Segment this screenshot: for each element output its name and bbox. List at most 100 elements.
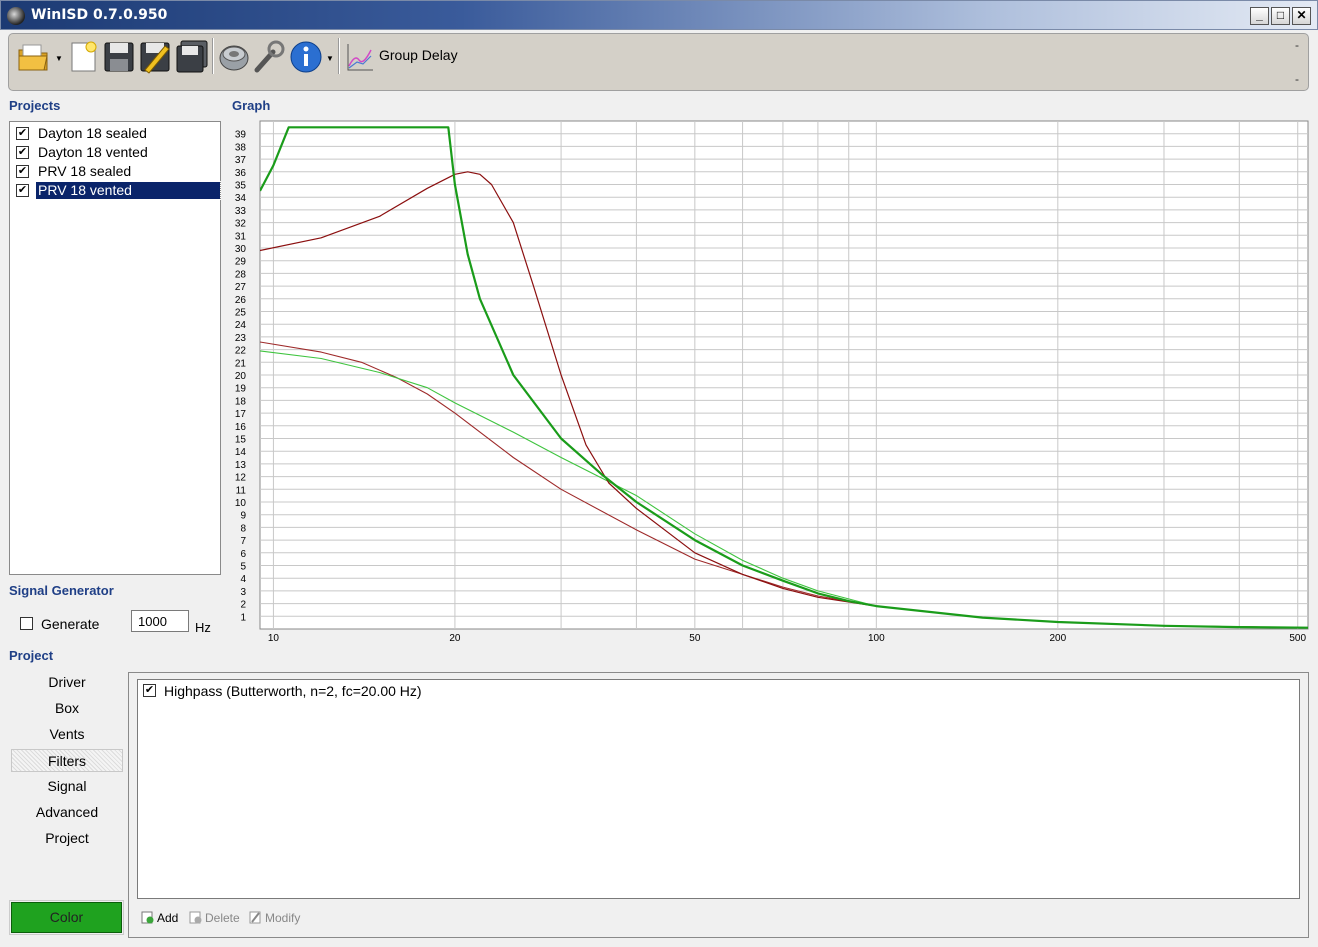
save-icon[interactable] [103, 40, 135, 74]
y-tick-label: 27 [235, 282, 247, 293]
project-label: PRV 18 sealed [38, 163, 132, 179]
delete-icon [189, 911, 202, 924]
color-button[interactable]: Color [9, 900, 124, 935]
window-title: WinISD 0.7.0.950 [31, 7, 168, 23]
add-filter-button[interactable]: Add [141, 911, 178, 925]
project-checkbox[interactable]: ✔ [16, 127, 29, 140]
project-label: Dayton 18 sealed [38, 125, 147, 141]
modify-filter-button[interactable]: Modify [249, 911, 300, 925]
y-tick-label: 10 [235, 498, 247, 509]
project-checkbox[interactable]: ✔ [16, 146, 29, 159]
nav-signal[interactable]: Signal [11, 775, 123, 798]
projects-heading: Projects [9, 98, 61, 113]
project-item[interactable]: ✔ PRV 18 sealed [12, 163, 220, 180]
delete-filter-button[interactable]: Delete [189, 911, 240, 925]
modify-icon [249, 911, 261, 924]
y-tick-label: 18 [235, 396, 247, 407]
title-bar[interactable]: WinISD 0.7.0.950 _ □ ✕ [0, 0, 1318, 30]
save-all-icon[interactable] [175, 40, 209, 74]
toolbar-marker-bottom: - [1295, 72, 1299, 86]
info-dropdown-arrow-icon[interactable]: ▼ [326, 54, 334, 63]
y-tick-label: 35 [235, 181, 247, 192]
y-tick-label: 5 [240, 562, 246, 573]
nav-box[interactable]: Box [11, 697, 123, 720]
y-tick-label: 23 [235, 333, 247, 344]
x-tick-label: 10 [268, 633, 280, 644]
nav-filters[interactable]: Filters [11, 749, 123, 772]
toolbar-separator [212, 38, 214, 74]
generate-label: Generate [41, 616, 100, 632]
y-tick-label: 3 [240, 587, 246, 598]
graph-heading: Graph [232, 98, 271, 113]
x-tick-label: 500 [1289, 633, 1306, 644]
close-button[interactable]: ✕ [1292, 7, 1311, 25]
y-tick-label: 36 [235, 168, 247, 179]
y-tick-label: 32 [235, 219, 247, 230]
y-tick-label: 2 [240, 600, 246, 611]
delete-label: Delete [205, 911, 240, 925]
maximize-button[interactable]: □ [1271, 7, 1290, 25]
toolbar: ▼ ▼ Group Delay - - [8, 33, 1309, 91]
add-icon [141, 911, 154, 924]
y-tick-label: 21 [235, 358, 247, 369]
y-tick-label: 14 [235, 447, 247, 458]
generate-checkbox[interactable] [20, 617, 33, 630]
group-delay-chart[interactable]: 1234567891011121314151617181920212223242… [228, 118, 1312, 648]
x-tick-label: 200 [1049, 633, 1066, 644]
y-tick-label: 8 [240, 523, 246, 534]
graph-type-selector[interactable]: Group Delay [379, 47, 458, 63]
new-document-icon[interactable] [69, 40, 99, 74]
tools-wrench-icon[interactable] [253, 40, 285, 74]
y-tick-label: 24 [235, 320, 247, 331]
y-tick-label: 30 [235, 244, 247, 255]
project-label: PRV 18 vented [35, 181, 221, 200]
minimize-button[interactable]: _ [1250, 7, 1269, 25]
y-tick-label: 28 [235, 269, 247, 280]
y-tick-label: 25 [235, 308, 247, 319]
x-tick-label: 20 [449, 633, 461, 644]
graph-type-icon[interactable] [345, 40, 375, 74]
y-tick-label: 12 [235, 473, 247, 484]
project-checkbox[interactable]: ✔ [16, 184, 29, 197]
y-tick-label: 34 [235, 193, 247, 204]
open-dropdown-arrow-icon[interactable]: ▼ [55, 54, 63, 63]
y-tick-label: 38 [235, 142, 247, 153]
y-tick-label: 1 [240, 612, 246, 623]
modify-label: Modify [265, 911, 301, 925]
info-icon[interactable] [289, 40, 323, 74]
driver-speaker-icon[interactable] [217, 40, 251, 74]
x-tick-label: 50 [689, 633, 701, 644]
nav-vents[interactable]: Vents [11, 723, 123, 746]
filter-item[interactable]: Highpass (Butterworth, n=2, fc=20.00 Hz) [164, 683, 422, 699]
y-tick-label: 19 [235, 384, 247, 395]
y-tick-label: 4 [240, 574, 246, 585]
app-icon[interactable] [7, 7, 25, 25]
nav-driver[interactable]: Driver [11, 671, 123, 694]
y-tick-label: 39 [235, 130, 247, 141]
y-tick-label: 20 [235, 371, 247, 382]
y-tick-label: 17 [235, 409, 247, 420]
open-folder-icon[interactable] [17, 40, 51, 74]
y-tick-label: 29 [235, 257, 247, 268]
y-tick-label: 37 [235, 155, 247, 166]
project-item[interactable]: ✔ Dayton 18 sealed [12, 125, 220, 142]
project-item[interactable]: ✔ Dayton 18 vented [12, 144, 220, 161]
y-tick-label: 22 [235, 346, 247, 357]
y-tick-label: 7 [240, 536, 246, 547]
filter-list[interactable]: ✔ Highpass (Butterworth, n=2, fc=20.00 H… [137, 679, 1300, 899]
y-tick-label: 26 [235, 295, 247, 306]
y-tick-label: 33 [235, 206, 247, 217]
y-tick-label: 9 [240, 511, 246, 522]
project-item-selected[interactable]: ✔ PRV 18 vented [12, 181, 221, 200]
nav-project[interactable]: Project [11, 827, 123, 850]
y-tick-label: 31 [235, 231, 247, 242]
y-tick-label: 6 [240, 549, 246, 560]
y-tick-label: 15 [235, 435, 247, 446]
frequency-input[interactable] [131, 610, 189, 632]
nav-advanced[interactable]: Advanced [11, 801, 123, 824]
filter-checkbox[interactable]: ✔ [143, 684, 156, 697]
save-as-icon[interactable] [139, 40, 171, 74]
toolbar-marker-top: - [1295, 38, 1299, 52]
project-checkbox[interactable]: ✔ [16, 165, 29, 178]
projects-list[interactable]: ✔ Dayton 18 sealed ✔ Dayton 18 vented ✔ … [9, 121, 221, 575]
